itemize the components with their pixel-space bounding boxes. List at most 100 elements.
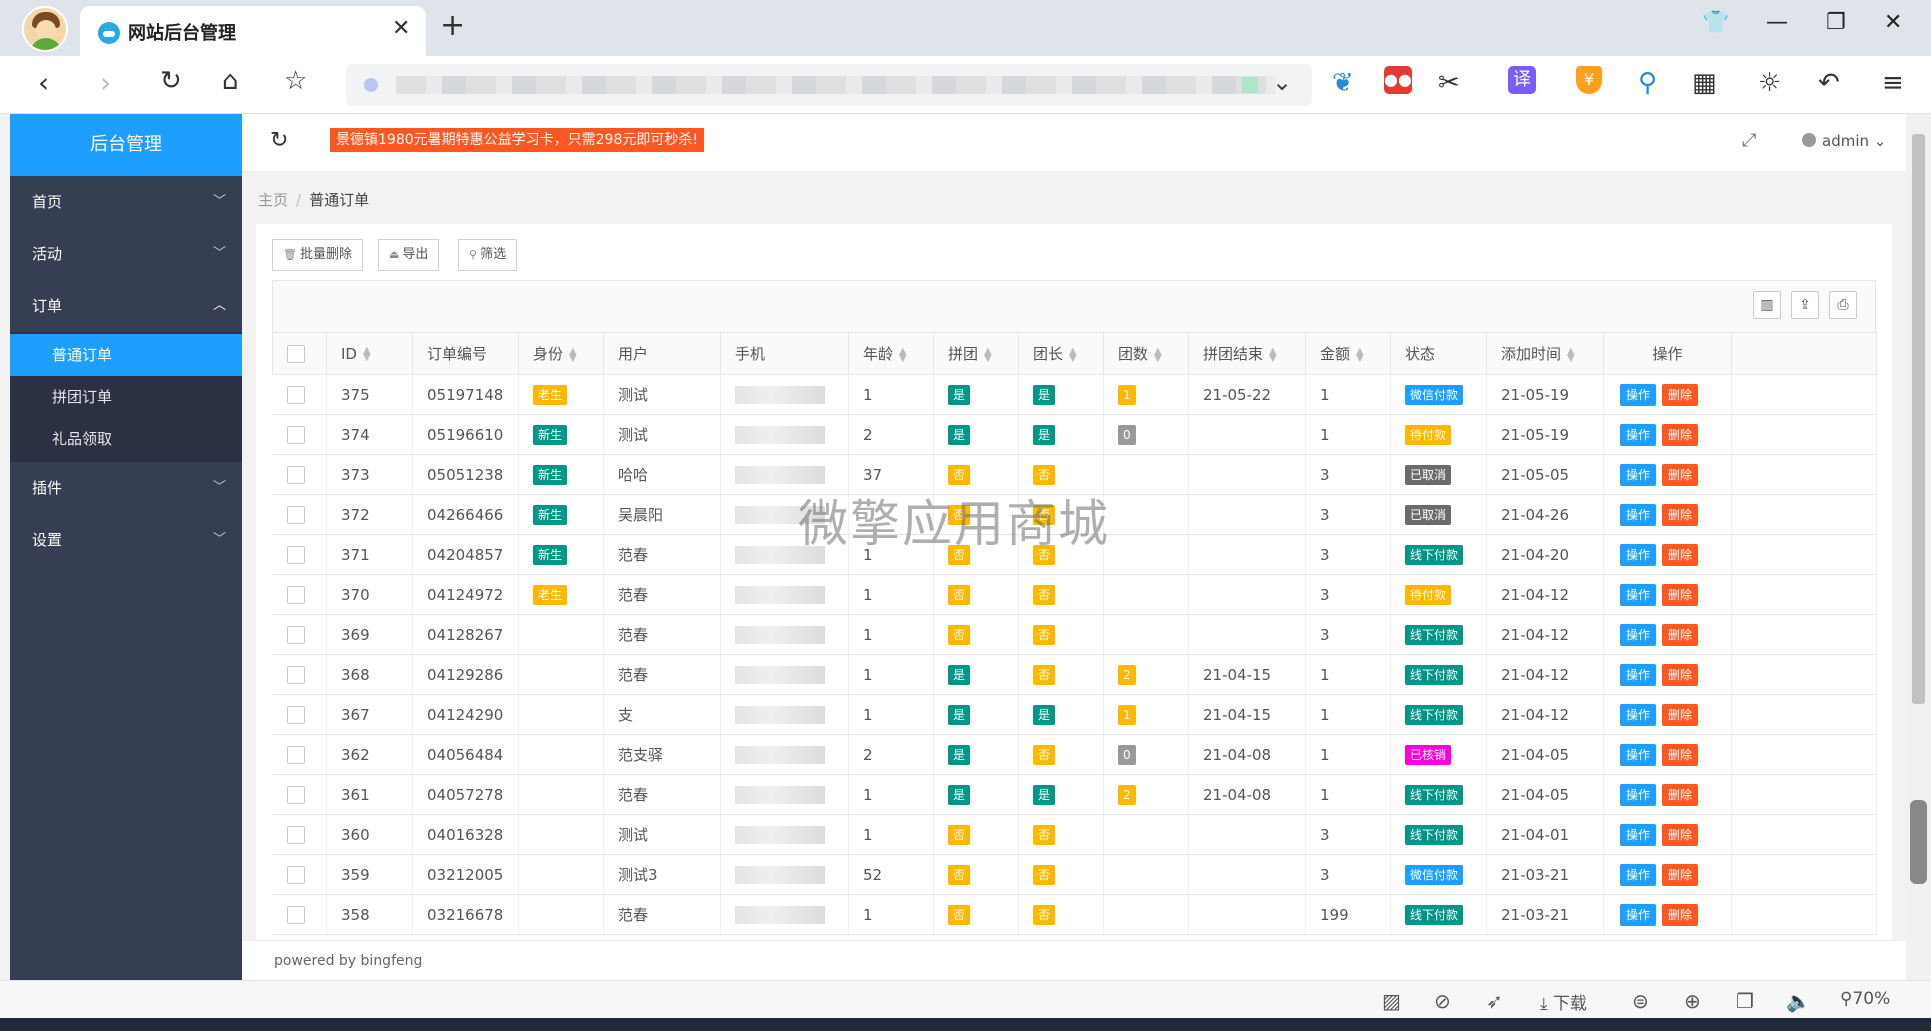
shirt-icon[interactable]: 👕 [1702, 10, 1729, 35]
sort-icon[interactable]: ▲ ▼ [1069, 346, 1077, 363]
minimize-icon[interactable]: — [1766, 10, 1788, 35]
row-checkbox[interactable] [286, 905, 305, 924]
row-checkbox[interactable] [286, 625, 305, 644]
speed-icon[interactable]: ⊘ [1434, 989, 1451, 1013]
export-button[interactable]: ⏏ 导出 [378, 239, 440, 271]
restore-icon[interactable]: ❐ [1826, 10, 1846, 35]
rocket-icon[interactable]: ➶ [1486, 989, 1503, 1013]
row-select-cell[interactable] [272, 574, 327, 615]
column-header[interactable]: ID ▲ ▼ [326, 332, 413, 375]
window-icon[interactable]: ❐ [1736, 989, 1754, 1013]
download-button[interactable]: ⤓ 下载 [1540, 989, 1587, 1014]
select-all-checkbox[interactable] [287, 344, 305, 363]
undo-icon[interactable]: ↶ [1818, 68, 1840, 98]
row-select-cell[interactable] [272, 414, 327, 455]
operate-button[interactable]: 操作 [1620, 583, 1657, 606]
scroll-knob[interactable] [1910, 800, 1927, 884]
mirror-icon[interactable]: ⊜ [1632, 989, 1649, 1013]
row-select-cell[interactable] [272, 494, 327, 535]
export-icon[interactable]: ⇪ [1791, 291, 1819, 319]
delete-button[interactable]: 删除 [1662, 703, 1699, 726]
row-select-cell[interactable] [272, 894, 327, 935]
operate-button[interactable]: 操作 [1620, 743, 1657, 766]
sort-icon[interactable]: ▲ ▼ [569, 346, 577, 363]
operate-button[interactable]: 操作 [1620, 863, 1657, 886]
sidebar-item-orders[interactable]: 订单 ︿ [10, 280, 242, 332]
sidebar-item-home[interactable]: 首页 ﹀ [10, 176, 242, 228]
delete-button[interactable]: 删除 [1662, 503, 1699, 526]
sidebar-item-gift-claims[interactable]: 礼品领取 [10, 418, 242, 460]
star-icon[interactable]: ☆ [284, 66, 307, 96]
sort-icon[interactable]: ▲ ▼ [1154, 346, 1162, 363]
globe-icon[interactable]: ⊕ [1684, 989, 1701, 1013]
operate-button[interactable]: 操作 [1620, 783, 1657, 806]
fullscreen-icon[interactable]: ⤢ [1742, 130, 1756, 151]
delete-button[interactable]: 删除 [1662, 863, 1699, 886]
zoom-control[interactable]: ⚲70% [1840, 989, 1890, 1009]
delete-button[interactable]: 删除 [1662, 903, 1699, 926]
window-close-icon[interactable]: ✕ [1884, 10, 1902, 35]
select-all-cell[interactable] [272, 332, 327, 375]
delete-button[interactable]: 删除 [1662, 783, 1699, 806]
row-select-cell[interactable] [272, 814, 327, 855]
column-header[interactable]: 添加时间 ▲ ▼ [1486, 332, 1604, 375]
sort-icon[interactable]: ▲ ▼ [363, 346, 371, 363]
user-menu[interactable]: admin ⌄ [1802, 132, 1886, 150]
column-header[interactable]: 金额 ▲ ▼ [1305, 332, 1391, 375]
batch-delete-button[interactable]: 🗑 批量删除 [272, 239, 363, 271]
url-input[interactable]: ⌄ [346, 64, 1312, 106]
sidebar-item-activity[interactable]: 活动 ﹀ [10, 228, 242, 280]
operate-button[interactable]: 操作 [1620, 623, 1657, 646]
row-select-cell[interactable] [272, 534, 327, 575]
sort-icon[interactable]: ▲ ▼ [1356, 346, 1364, 363]
sidebar-item-settings[interactable]: 设置 ﹀ [10, 514, 242, 566]
translate-icon[interactable]: 译 [1508, 66, 1536, 94]
forward-icon[interactable]: › [100, 66, 111, 99]
row-select-cell[interactable] [272, 694, 327, 735]
grid-icon[interactable]: ▦ [1692, 68, 1717, 98]
column-header[interactable]: 团数 ▲ ▼ [1103, 332, 1189, 375]
delete-button[interactable]: 删除 [1662, 463, 1699, 486]
row-checkbox[interactable] [286, 865, 305, 884]
filter-button[interactable]: ⚲ 筛选 [458, 239, 518, 271]
delete-button[interactable]: 删除 [1662, 663, 1699, 686]
delete-button[interactable]: 删除 [1662, 543, 1699, 566]
row-checkbox[interactable] [286, 465, 305, 484]
row-checkbox[interactable] [286, 545, 305, 564]
row-checkbox[interactable] [286, 745, 305, 764]
reload-icon[interactable]: ↻ [160, 66, 182, 96]
column-header[interactable]: 团长 ▲ ▼ [1018, 332, 1104, 375]
sort-icon[interactable]: ▲ ▼ [1269, 346, 1277, 363]
operate-button[interactable]: 操作 [1620, 823, 1657, 846]
scissors-icon[interactable]: ✂ [1438, 68, 1460, 98]
image-icon[interactable]: ▨ [1382, 989, 1401, 1013]
scrollbar[interactable] [1906, 114, 1931, 980]
row-checkbox[interactable] [286, 785, 305, 804]
operate-button[interactable]: 操作 [1620, 463, 1657, 486]
row-checkbox[interactable] [286, 585, 305, 604]
row-select-cell[interactable] [272, 854, 327, 895]
row-select-cell[interactable] [272, 454, 327, 495]
row-select-cell[interactable] [272, 614, 327, 655]
row-checkbox[interactable] [286, 425, 305, 444]
back-icon[interactable]: ‹ [38, 66, 49, 99]
sort-icon[interactable]: ▲ ▼ [984, 346, 992, 363]
menu-icon[interactable]: ≡ [1882, 68, 1904, 98]
home-icon[interactable]: ⌂ [222, 66, 239, 96]
column-header[interactable]: 身份 ▲ ▼ [518, 332, 604, 375]
operate-button[interactable]: 操作 [1620, 903, 1657, 926]
sidebar-item-normal-orders[interactable]: 普通订单 [10, 334, 242, 376]
delete-button[interactable]: 删除 [1662, 743, 1699, 766]
sort-icon[interactable]: ▲ ▼ [899, 346, 907, 363]
refresh-icon[interactable]: ↻ [270, 128, 288, 153]
row-checkbox[interactable] [286, 665, 305, 684]
search-icon[interactable]: ⚲ [1638, 68, 1657, 98]
leaf-icon[interactable]: ❦ [1332, 68, 1354, 98]
close-icon[interactable]: ✕ [392, 16, 410, 41]
print-icon[interactable]: ⎙ [1829, 291, 1857, 319]
volume-icon[interactable]: 🔈 [1786, 989, 1811, 1013]
row-select-cell[interactable] [272, 734, 327, 775]
sidebar-item-plugins[interactable]: 插件 ﹀ [10, 462, 242, 514]
new-tab-icon[interactable]: + [440, 8, 465, 43]
columns-icon[interactable]: ▥ [1753, 291, 1781, 319]
